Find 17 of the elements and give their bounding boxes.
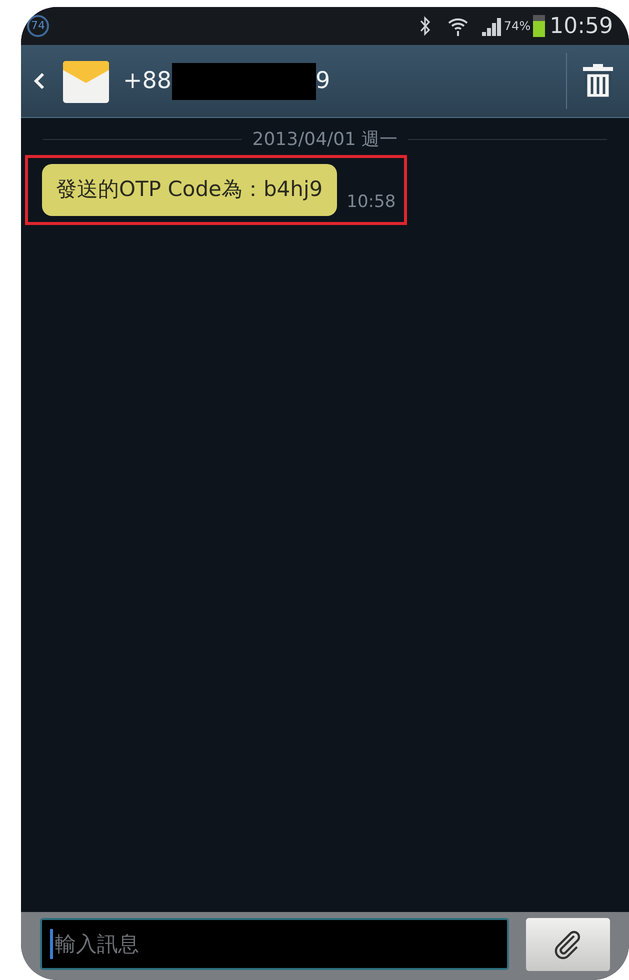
attach-button[interactable] — [526, 918, 610, 970]
contact-number: +88 — [123, 66, 172, 96]
back-icon — [33, 72, 45, 90]
message-bubble: 發送的OTP Code為：b4hj9 — [42, 164, 337, 216]
message-time: 10:58 — [346, 191, 396, 214]
clock: 10:59 — [550, 12, 613, 40]
trash-icon — [583, 64, 613, 98]
text-cursor — [50, 929, 53, 959]
signal-icon — [480, 16, 503, 36]
battery-icon — [532, 15, 545, 37]
notification-badge: 74 — [27, 15, 49, 37]
date-divider: 2013/04/01 週一 — [252, 128, 398, 152]
contact-number-end: 9 — [316, 66, 330, 96]
message-input[interactable]: 輸入訊息 — [40, 918, 509, 970]
battery-percent: 74% — [504, 18, 531, 35]
envelope-icon — [63, 59, 109, 103]
bluetooth-icon — [418, 16, 431, 36]
